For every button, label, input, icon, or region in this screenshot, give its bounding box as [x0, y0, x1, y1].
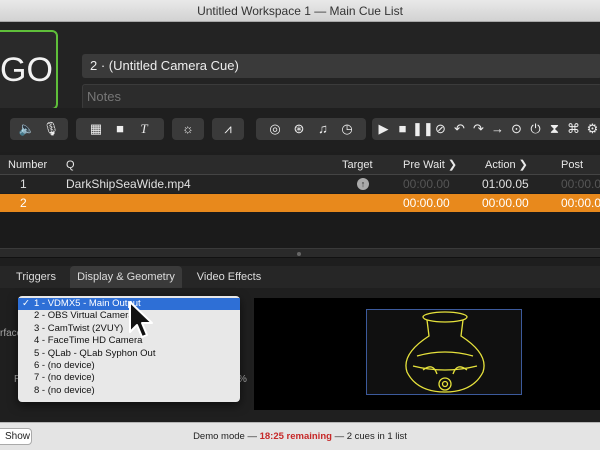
cue-list-empty-area[interactable]	[0, 212, 600, 248]
pause-icon[interactable]: ❚❚	[412, 118, 434, 140]
devamp-icon[interactable]: ↷	[469, 118, 488, 140]
table-row[interactable]: 1 DarkShipSeaWide.mp4 ↑ 00:00.00 01:00.0…	[0, 175, 600, 193]
tab-display-geometry[interactable]: Display & Geometry	[70, 266, 182, 288]
lightbulb-icon[interactable]: ☼	[176, 118, 200, 140]
control-group: ▶ ■ ❚❚⊘ ↶ ↷ → ⊙ ⏻ ⧗ ⌘ ⚙	[372, 118, 600, 140]
target-icon[interactable]: ◎	[263, 118, 287, 140]
cue-name: DarkShipSeaWide.mp4	[66, 177, 191, 191]
arm-icon[interactable]: ⏻	[526, 118, 545, 140]
col-number[interactable]: Number	[8, 155, 47, 175]
post-wait-value: 00:00.00	[561, 177, 600, 191]
cue-number: 1	[20, 177, 27, 191]
camera-icon[interactable]: ■	[108, 118, 132, 140]
cue-title-field[interactable]: 2 · (Untitled Camera Cue)	[82, 54, 600, 78]
tab-triggers[interactable]: Triggers	[6, 266, 66, 288]
menu-item[interactable]: 5 - QLab - QLab Syphon Out	[18, 348, 240, 360]
film-icon[interactable]: ▦	[84, 118, 108, 140]
notes-field[interactable]: Notes	[82, 84, 600, 110]
pre-wait-value: 00:00.00	[403, 177, 450, 191]
script-icon[interactable]: ⚙	[583, 118, 600, 140]
arrow-up-icon[interactable]: ↑	[357, 178, 369, 190]
menu-item[interactable]: 7 - (no device)	[18, 372, 240, 384]
inspector-tabs: Triggers Display & Geometry Video Effect…	[0, 266, 600, 288]
menu-item[interactable]: 8 - (no device)	[18, 385, 240, 397]
chevron-right-icon: ❯	[518, 159, 528, 171]
stop-icon[interactable]: ■	[393, 118, 412, 140]
goto-icon[interactable]: →	[488, 118, 507, 140]
table-row[interactable]: 2 00:00.00 00:00.00 00:00.00	[0, 194, 600, 212]
action-value: 00:00.00	[482, 196, 529, 210]
midi-icon[interactable]: ⊛	[287, 118, 311, 140]
tab-video-effects[interactable]: Video Effects	[188, 266, 270, 288]
col-action[interactable]: Action ❯	[485, 155, 528, 175]
chevron-right-icon: ❯	[447, 159, 458, 171]
memo-icon[interactable]: ⌘	[564, 118, 583, 140]
microphone-icon[interactable]: 🎙	[39, 118, 63, 140]
video-preview	[254, 298, 600, 410]
network-group: ◎ ⊛ ♫ ◷	[256, 118, 366, 140]
play-icon[interactable]: ▶	[374, 118, 393, 140]
checkmark-icon: ✓	[22, 298, 30, 309]
go-button[interactable]: GO	[0, 30, 58, 110]
video-group: ▦ ■ T	[76, 118, 164, 140]
preview-frame[interactable]	[366, 309, 522, 395]
target-cue-icon[interactable]: ⊙	[507, 118, 526, 140]
drag-handle-icon[interactable]	[297, 252, 301, 256]
pre-wait-value: 00:00.00	[403, 196, 450, 210]
music-icon[interactable]: ♫	[311, 118, 335, 140]
cue-toolbar: 🔈 🎙 ▦ ■ T ☼ ⩘ ◎ ⊛ ♫ ◷ ▶ ■ ❚❚⊘ ↶ ↷ → ⊙ ⏻ ⧗ ⌘ ⚙	[0, 108, 600, 152]
flask-drawing	[405, 311, 485, 393]
col-pre-wait[interactable]: Pre Wait ❯	[403, 155, 457, 175]
col-target[interactable]: Target	[342, 155, 373, 175]
col-q[interactable]: Q	[66, 155, 75, 175]
window-title: Untitled Workspace 1 — Main Cue List	[0, 0, 600, 22]
remaining-time: 18:25 remaining	[259, 431, 332, 442]
audio-group: 🔈 🎙	[10, 118, 68, 140]
text-icon[interactable]: T	[132, 118, 156, 140]
wait-icon[interactable]: ⧗	[545, 118, 564, 140]
menu-item[interactable]: 6 - (no device)	[18, 360, 240, 372]
reset-icon[interactable]: ↶	[450, 118, 469, 140]
fade-group: ⩘	[212, 118, 244, 140]
speaker-icon[interactable]: 🔈	[15, 118, 39, 140]
fade-icon[interactable]: ⩘	[216, 118, 240, 140]
cue-header: GO 2 · (Untitled Camera Cue) Notes	[0, 22, 600, 110]
status-bar: Show Demo mode — 18:25 remaining — 2 cue…	[0, 422, 600, 450]
clock-icon[interactable]: ◷	[335, 118, 359, 140]
cue-number: 2	[20, 196, 27, 210]
cue-list-header: Number Q Target Pre Wait ❯ Action ❯ Post…	[0, 155, 600, 191]
status-text: Demo mode — 18:25 remaining — 2 cues in …	[193, 431, 407, 442]
load-icon[interactable]: ⊘	[431, 118, 450, 140]
split-divider[interactable]	[0, 248, 600, 258]
post-wait-value: 00:00.00	[561, 196, 600, 210]
mouse-cursor-icon	[129, 301, 153, 338]
action-value: 01:00.05	[482, 177, 529, 191]
light-group: ☼	[172, 118, 204, 140]
